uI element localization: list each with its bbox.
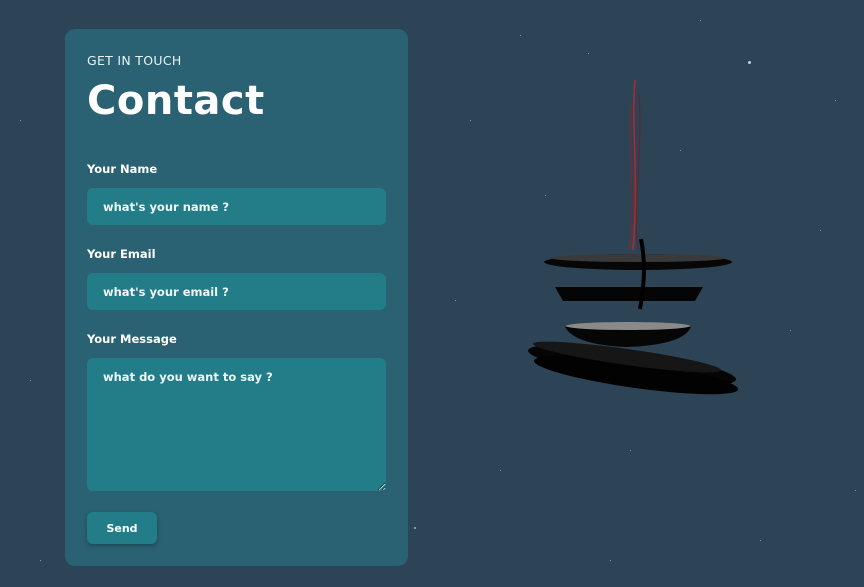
name-label: Your Name	[87, 162, 158, 176]
message-textarea[interactable]	[87, 358, 386, 491]
page-title: Contact	[87, 78, 265, 124]
name-field-group: Your Name	[87, 161, 386, 225]
name-input[interactable]	[87, 188, 386, 225]
contact-card: GET IN TOUCH Contact Your Name Your Emai…	[65, 29, 408, 566]
3d-model-illustration	[528, 79, 739, 395]
send-button[interactable]: Send	[87, 512, 157, 544]
eyebrow-text: GET IN TOUCH	[87, 53, 182, 68]
email-field-group: Your Email	[87, 246, 386, 310]
email-input[interactable]	[87, 273, 386, 310]
email-label: Your Email	[87, 247, 156, 261]
message-label: Your Message	[87, 332, 177, 346]
message-field-group: Your Message	[87, 331, 386, 495]
